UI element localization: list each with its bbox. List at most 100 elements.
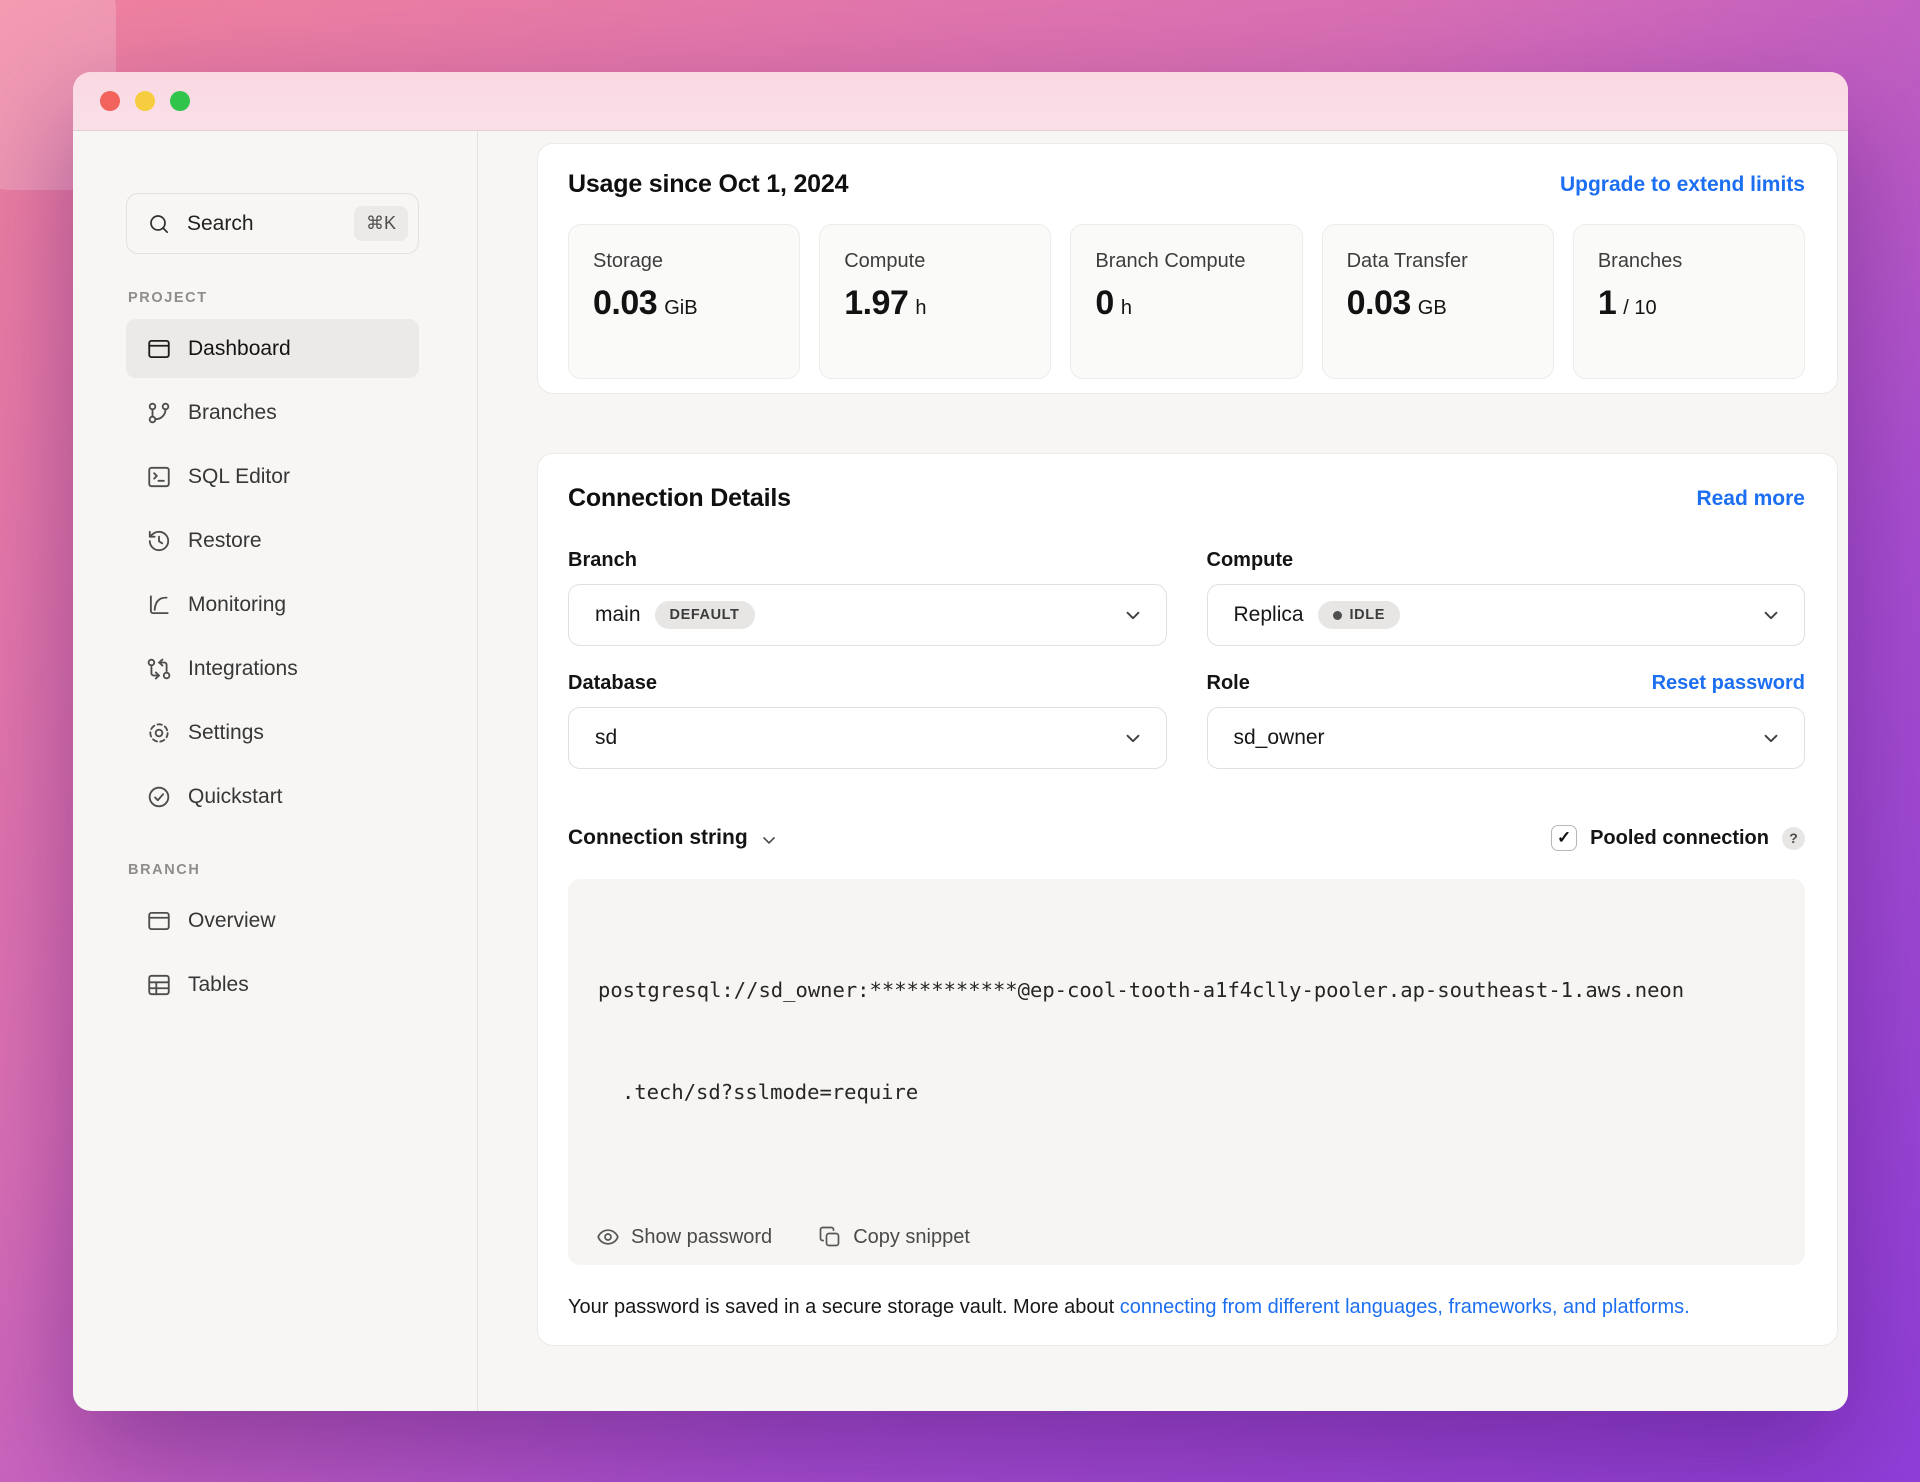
- password-vault-note: Your password is saved in a secure stora…: [568, 1296, 1690, 1318]
- card-value: 0.03: [1346, 284, 1412, 322]
- chevron-down-icon: [1122, 727, 1144, 749]
- gear-icon: [146, 720, 172, 746]
- default-badge: DEFAULT: [654, 601, 755, 629]
- database-label: Database: [568, 672, 657, 694]
- sidebar-item-label: SQL Editor: [188, 464, 290, 488]
- integrations-arrows-icon: [146, 656, 172, 682]
- git-branch-icon: [146, 400, 172, 426]
- database-field: Database sd: [568, 672, 1167, 769]
- pooled-connection-label: Pooled connection: [1590, 826, 1769, 849]
- card-unit: / 10: [1623, 297, 1657, 319]
- card-label: Storage: [593, 250, 664, 272]
- sidebar-item-label: Dashboard: [188, 336, 291, 360]
- sidebar-item-label: Overview: [188, 908, 276, 932]
- reset-password-link[interactable]: Reset password: [1652, 672, 1805, 695]
- minimize-window-button[interactable]: [135, 91, 155, 111]
- copy-snippet-label: Copy snippet: [853, 1225, 970, 1248]
- sidebar-item-label: Integrations: [188, 656, 298, 680]
- card-unit: h: [1120, 297, 1132, 319]
- sidebar-item-integrations[interactable]: Integrations: [126, 639, 419, 698]
- window-icon: [146, 908, 172, 934]
- search-label: Search: [187, 211, 254, 235]
- sidebar-item-branches[interactable]: Branches: [126, 383, 419, 442]
- chevron-down-icon: [759, 830, 779, 850]
- branch-label: Branch: [568, 549, 637, 571]
- usage-cards: Storage 0.03 GiB Compute 1.97 h Branch Com…: [568, 224, 1806, 379]
- compute-select[interactable]: Replica IDLE: [1206, 584, 1805, 646]
- connection-string-codeblock: postgresql://sd_owner:************@ep-co…: [568, 879, 1805, 1265]
- role-select[interactable]: sd_owner: [1206, 707, 1805, 769]
- card-value: 1: [1597, 284, 1617, 322]
- compute-value: Replica: [1233, 603, 1304, 626]
- sidebar-item-dashboard[interactable]: Dashboard: [126, 319, 419, 378]
- app-window: Search ⌘K PROJECT Dashboard Branches SQL…: [73, 72, 1848, 1411]
- usage-card-compute: Compute 1.97 h: [819, 224, 1052, 379]
- connection-string-line1: postgresql://sd_owner:************@ep-co…: [598, 978, 1685, 1002]
- chevron-down-icon: [1760, 727, 1782, 749]
- card-label: Branches: [1597, 250, 1683, 272]
- pooled-connection-control: ✓ Pooled connection ?: [1551, 825, 1805, 851]
- sidebar-item-label: Monitoring: [188, 592, 287, 616]
- copy-icon: [818, 1225, 842, 1249]
- card-value: 0: [1095, 284, 1114, 322]
- role-value: sd_owner: [1233, 726, 1325, 749]
- read-more-link[interactable]: Read more: [1696, 487, 1805, 511]
- card-unit: GB: [1417, 297, 1447, 319]
- connection-string-line2: .tech/sd?sslmode=require: [622, 1080, 919, 1104]
- idle-status-badge: IDLE: [1317, 601, 1400, 629]
- main-content: Usage since Oct 1, 2024 Upgrade to exten…: [478, 131, 1848, 1411]
- usage-card-branches: Branches 1 / 10: [1572, 224, 1806, 379]
- sidebar-item-monitoring[interactable]: Monitoring: [126, 575, 419, 634]
- sidebar-item-restore[interactable]: Restore: [126, 511, 419, 570]
- chart-curve-icon: [146, 592, 172, 618]
- sidebar-item-label: Restore: [188, 528, 262, 552]
- copy-snippet-button[interactable]: Copy snippet: [818, 1225, 970, 1249]
- sidebar-item-label: Quickstart: [188, 784, 283, 808]
- sidebar-item-label: Tables: [188, 972, 249, 996]
- usage-card-storage: Storage 0.03 GiB: [568, 224, 801, 379]
- sidebar-section-project: PROJECT: [128, 290, 208, 306]
- upgrade-limits-link[interactable]: Upgrade to extend limits: [1560, 173, 1805, 197]
- card-label: Data Transfer: [1346, 250, 1468, 272]
- usage-title: Usage since Oct 1, 2024: [568, 170, 849, 198]
- history-clock-icon: [146, 528, 172, 554]
- role-field: Role Reset password sd_owner: [1206, 672, 1805, 769]
- card-unit: h: [915, 297, 927, 319]
- show-password-button[interactable]: Show password: [596, 1225, 772, 1249]
- help-icon[interactable]: ?: [1782, 826, 1805, 850]
- card-label: Compute: [844, 250, 926, 272]
- show-password-label: Show password: [631, 1225, 773, 1248]
- close-window-button[interactable]: [100, 91, 120, 111]
- usage-card-branch-compute: Branch Compute 0h: [1070, 224, 1303, 379]
- search-input[interactable]: Search ⌘K: [126, 193, 419, 254]
- sidebar-item-sql-editor[interactable]: SQL Editor: [126, 447, 419, 506]
- sidebar-section-branch: BRANCH: [128, 862, 201, 878]
- chevron-down-icon: [1122, 604, 1144, 626]
- dashboard-icon: [146, 336, 172, 362]
- branch-select[interactable]: main DEFAULT: [568, 584, 1167, 646]
- search-shortcut-badge: ⌘K: [353, 206, 408, 241]
- card-value: 0.03: [593, 284, 658, 322]
- connection-string-toggle[interactable]: Connection string: [568, 826, 779, 850]
- card-unit: GiB: [664, 297, 698, 319]
- connection-details-title: Connection Details: [568, 484, 791, 512]
- sidebar-item-overview[interactable]: Overview: [126, 891, 419, 950]
- card-value: 1.97: [844, 284, 909, 322]
- database-select[interactable]: sd: [568, 707, 1167, 769]
- database-value: sd: [595, 726, 618, 749]
- zoom-window-button[interactable]: [170, 91, 190, 111]
- usage-card-data-transfer: Data Transfer 0.03 GB: [1321, 224, 1554, 379]
- table-grid-icon: [146, 972, 172, 998]
- pooled-connection-checkbox[interactable]: ✓: [1551, 825, 1578, 851]
- card-label: Branch Compute: [1095, 250, 1246, 272]
- sidebar-item-label: Branches: [188, 400, 277, 424]
- role-label: Role: [1206, 672, 1250, 694]
- sidebar-item-quickstart[interactable]: Quickstart: [126, 767, 419, 826]
- sidebar: Search ⌘K PROJECT Dashboard Branches SQL…: [73, 131, 478, 1411]
- sidebar-item-settings[interactable]: Settings: [126, 703, 419, 762]
- sidebar-item-tables[interactable]: Tables: [126, 955, 419, 1014]
- check-circle-icon: [146, 784, 172, 810]
- connecting-docs-link[interactable]: connecting from different languages, fra…: [1120, 1296, 1690, 1318]
- terminal-icon: [146, 464, 172, 490]
- chevron-down-icon: [1760, 604, 1782, 626]
